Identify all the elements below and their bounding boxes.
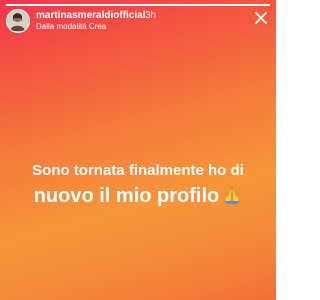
story-progress-fill	[6, 4, 270, 6]
story-view[interactable]: martinasmeraldiofficial 3h Dalla modalit…	[0, 0, 276, 300]
avatar[interactable]	[6, 9, 30, 33]
avatar-photo-icon	[7, 10, 28, 31]
story-text-line-2: nuovo il mio profilo	[33, 185, 220, 207]
story-header: martinasmeraldiofficial 3h Dalla modalit…	[6, 9, 270, 35]
story-timestamp: 3h	[145, 10, 157, 21]
story-progress-bar	[6, 4, 270, 6]
story-username[interactable]: martinasmeraldiofficial	[36, 10, 145, 21]
story-text-block: Sono tornata finalmente ho di nuovo il m…	[0, 160, 276, 213]
close-icon[interactable]	[254, 11, 268, 25]
story-text-line-1: Sono tornata finalmente ho di	[32, 162, 244, 179]
folded-hands-icon	[222, 185, 242, 213]
story-subtitle: Dalla modalità Crea	[36, 22, 107, 31]
story-text-line-2-wrapper: nuovo il mio profilo	[0, 182, 276, 213]
